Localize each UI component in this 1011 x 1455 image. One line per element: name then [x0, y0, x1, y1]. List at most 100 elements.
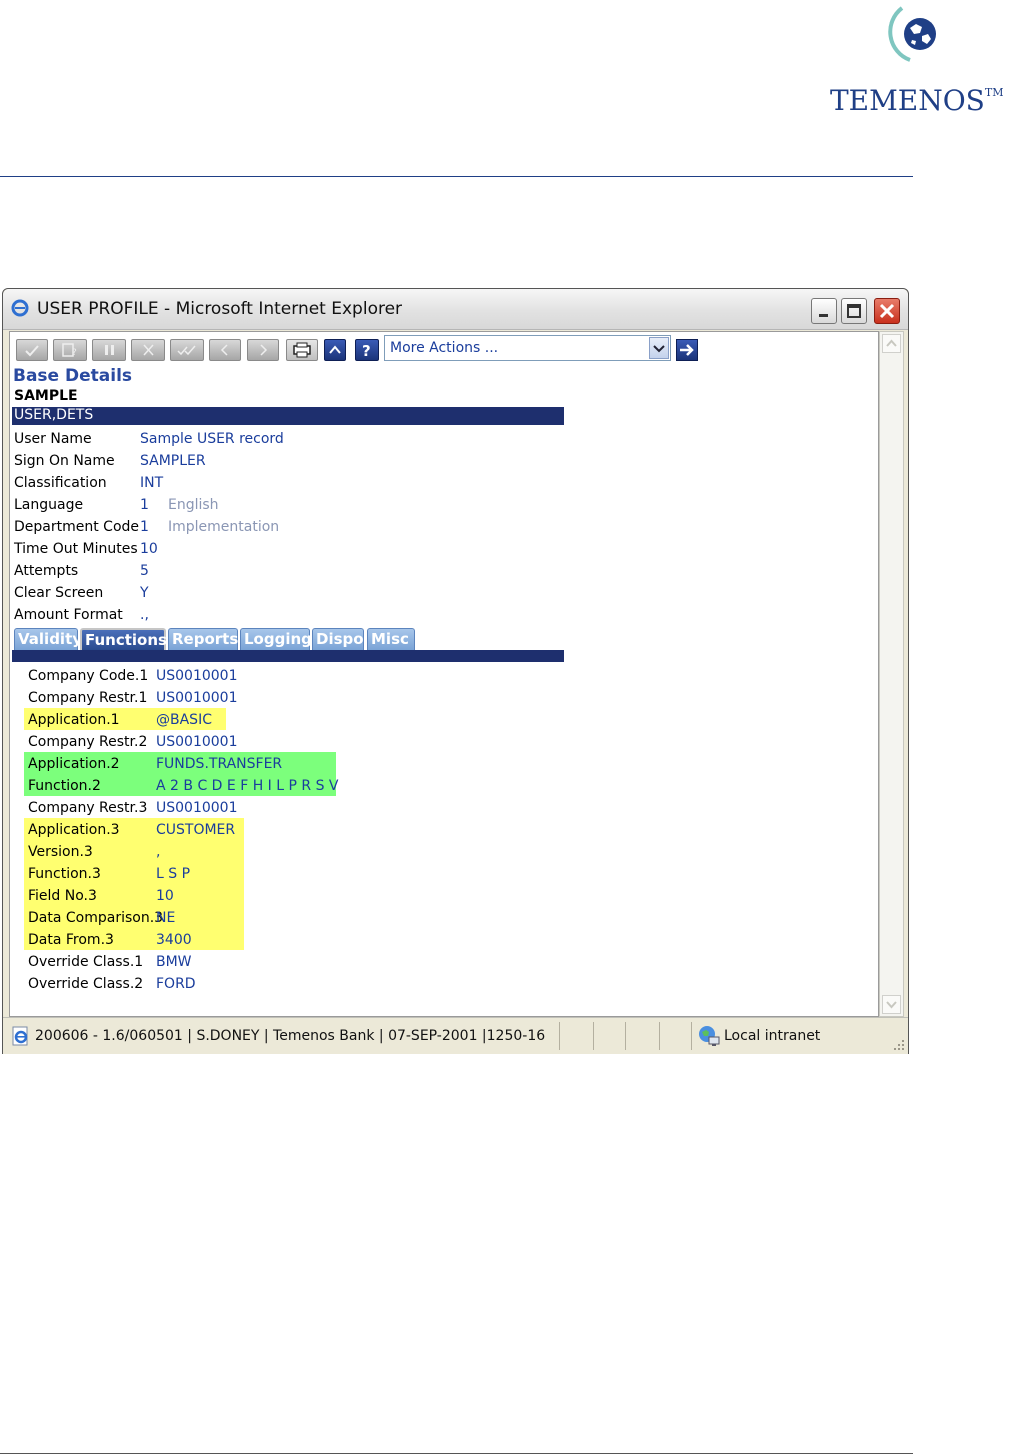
tab-reports[interactable]: Reports [168, 628, 238, 650]
status-divider [691, 1022, 692, 1050]
close-button[interactable] [874, 298, 900, 324]
field-value: Y [140, 585, 149, 601]
tab-misc[interactable]: Misc [367, 628, 415, 650]
tab-functions[interactable]: Functions [80, 628, 167, 650]
more-actions-select[interactable]: More Actions ... [384, 335, 671, 361]
function-value: US0010001 [156, 668, 238, 684]
svg-text:?: ? [72, 348, 77, 358]
field-enrichment: English [168, 497, 219, 513]
hold-button[interactable] [92, 339, 126, 361]
function-label: Data Comparison.3 [28, 910, 164, 926]
chevron-down-icon [653, 345, 665, 353]
dropdown-button[interactable] [649, 337, 669, 359]
status-divider [559, 1022, 560, 1050]
minimize-button[interactable] [811, 298, 837, 324]
function-label: Company Restr.3 [28, 800, 148, 816]
title-bar[interactable]: USER PROFILE - Microsoft Internet Explor… [3, 289, 908, 330]
function-label: Override Class.2 [28, 976, 144, 992]
field-label: Time Out Minutes [14, 541, 138, 557]
function-value: US0010001 [156, 800, 238, 816]
browser-window: USER PROFILE - Microsoft Internet Explor… [2, 288, 909, 1054]
function-value: US0010001 [156, 734, 238, 750]
function-label: Application.3 [28, 822, 120, 838]
function-label: Application.1 [28, 712, 120, 728]
function-value: NE [156, 910, 176, 926]
chevron-right-icon [260, 344, 268, 356]
maximize-button[interactable] [841, 298, 867, 324]
help-field-button[interactable]: ? [53, 339, 87, 361]
function-label: Company Restr.2 [28, 734, 148, 750]
field-label: Clear Screen [14, 585, 104, 601]
ie-icon [11, 299, 29, 317]
go-button[interactable] [676, 339, 698, 361]
close-icon [879, 303, 895, 319]
vertical-scrollbar[interactable] [879, 331, 904, 1017]
tab-separator-bar [12, 650, 564, 662]
print-button[interactable] [286, 339, 318, 361]
more-actions-value: More Actions ... [390, 340, 499, 356]
next-button[interactable] [247, 339, 279, 361]
field-label: Language [14, 497, 84, 513]
double-check-icon [177, 345, 196, 356]
tab-logging[interactable]: Logging [240, 628, 312, 650]
maximize-icon [847, 304, 861, 318]
field-label: Sign On Name [14, 453, 115, 469]
function-value: FUNDS.TRANSFER [156, 756, 283, 772]
svg-text:?: ? [362, 342, 371, 360]
function-label: Application.2 [28, 756, 120, 772]
section-title: Base Details [13, 366, 133, 386]
page-content: ? ? More Actions ... Base Details SAMPLE… [9, 331, 879, 1017]
field-label: Amount Format [14, 607, 123, 623]
chevron-up-icon [329, 345, 341, 354]
status-bar: 200606 - 1.6/060501 | S.DONEY | Temenos … [3, 1017, 908, 1054]
field-value: INT [140, 475, 164, 491]
validate-button[interactable] [16, 339, 48, 361]
function-value: 10 [156, 888, 174, 904]
function-label: Company Restr.1 [28, 690, 148, 706]
field-label: User Name [14, 431, 92, 447]
function-value: FORD [156, 976, 196, 992]
scroll-up-button[interactable] [882, 334, 901, 353]
resize-grip-icon[interactable] [892, 1038, 906, 1052]
field-label: Attempts [14, 563, 79, 579]
ie-page-icon [12, 1026, 28, 1046]
x-icon [143, 344, 154, 356]
logo-text: TEMENOSTM [830, 84, 1004, 117]
window-title: USER PROFILE - Microsoft Internet Explor… [37, 299, 403, 319]
tab-dispo[interactable]: Dispo [312, 628, 364, 650]
function-label: Version.3 [28, 844, 93, 860]
tab-validity[interactable]: Validity [14, 628, 82, 650]
function-value: @BASIC [156, 712, 212, 728]
function-label: Function.3 [28, 866, 101, 882]
function-label: Company Code.1 [28, 668, 149, 684]
chevron-down-icon [886, 1001, 897, 1009]
field-label: Classification [14, 475, 107, 491]
record-id: SAMPLE [14, 388, 78, 404]
minimize-icon [819, 314, 828, 317]
record-header-bar: USER,DETS [12, 407, 564, 425]
field-label: Department Code [14, 519, 140, 535]
globe-icon [888, 6, 936, 62]
field-value: ., [140, 607, 149, 623]
help-button[interactable]: ? [355, 339, 379, 361]
authorise-button[interactable] [170, 339, 204, 361]
function-label: Override Class.1 [28, 954, 144, 970]
field-value: SAMPLER [140, 453, 206, 469]
scroll-top-button[interactable] [324, 339, 346, 361]
previous-button[interactable] [209, 339, 241, 361]
field-value: 1 [140, 519, 149, 535]
field-value: 10 [140, 541, 158, 557]
status-divider [625, 1022, 626, 1050]
footer-rule [0, 1453, 913, 1454]
intranet-globe-icon [699, 1026, 720, 1046]
field-value: Sample USER record [140, 431, 284, 447]
function-value: , [156, 844, 161, 860]
function-label: Field No.3 [28, 888, 97, 904]
printer-icon [293, 342, 311, 358]
delete-button[interactable] [131, 339, 165, 361]
scroll-down-button[interactable] [882, 995, 901, 1014]
function-label: Function.2 [28, 778, 101, 794]
function-value: L S P [156, 866, 191, 882]
header-rule [0, 176, 913, 177]
status-divider [659, 1022, 660, 1050]
